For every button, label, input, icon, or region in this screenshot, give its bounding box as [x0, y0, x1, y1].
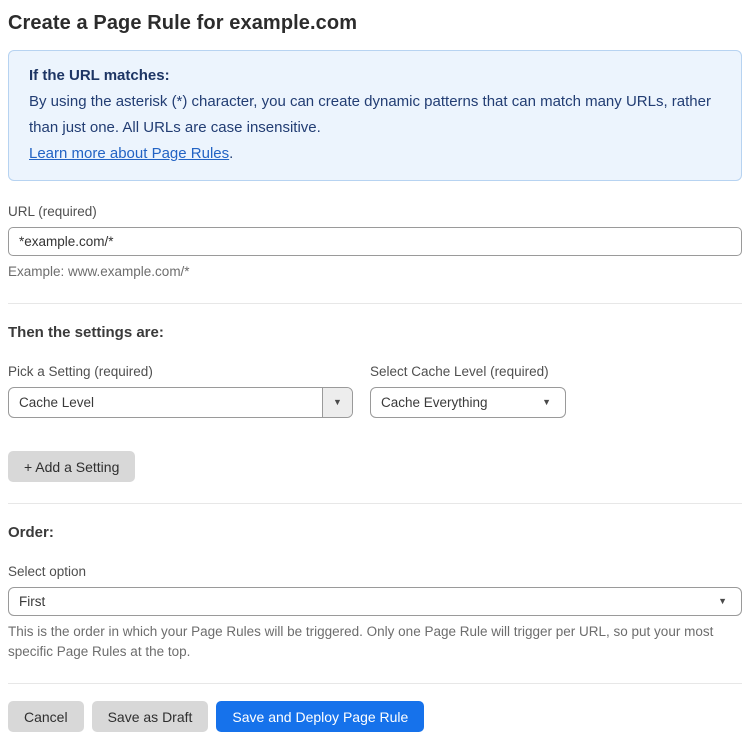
create-page-rule-form: Create a Page Rule for example.com If th…: [0, 0, 750, 732]
dropdown-arrow: ▼: [718, 597, 741, 606]
info-box-link-line: Learn more about Page Rules.: [29, 141, 721, 167]
dropdown-arrow: ▼: [542, 398, 565, 407]
cache-picker-value: Cache Everything: [381, 395, 488, 410]
info-box-body: By using the asterisk (*) character, you…: [29, 93, 711, 136]
url-field-label: URL (required): [8, 204, 97, 219]
add-setting-button[interactable]: + Add a Setting: [8, 451, 136, 482]
settings-section-heading: Then the settings are:: [8, 324, 164, 341]
learn-more-link[interactable]: Learn more about Page Rules: [29, 145, 229, 162]
cache-level-dropdown[interactable]: Cache Everything ▼: [370, 387, 566, 418]
form-actions: Cancel Save as Draft Save and Deploy Pag…: [8, 701, 742, 732]
save-and-deploy-button[interactable]: Save and Deploy Page Rule: [216, 701, 425, 732]
url-input[interactable]: [8, 227, 742, 256]
settings-pickers-row: Pick a Setting (required) Cache Level ▼ …: [8, 364, 742, 418]
order-dropdown[interactable]: First ▼: [8, 587, 742, 616]
page-title: Create a Page Rule for example.com: [8, 12, 358, 34]
divider: [8, 503, 742, 504]
url-match-info-box: If the URL matches: By using the asteris…: [8, 50, 742, 181]
cache-level-picker-group: Select Cache Level (required) Cache Ever…: [370, 364, 742, 418]
setting-picker-group: Pick a Setting (required) Cache Level ▼: [8, 364, 370, 418]
setting-picker-value: Cache Level: [19, 395, 95, 410]
cache-picker-label: Select Cache Level (required): [370, 364, 549, 379]
order-help-text: This is the order in which your Page Rul…: [8, 624, 714, 659]
order-value: First: [19, 594, 46, 609]
caret-down-icon: ▼: [542, 397, 551, 407]
save-as-draft-button[interactable]: Save as Draft: [91, 701, 209, 732]
setting-picker-dropdown[interactable]: Cache Level ▼: [8, 387, 353, 418]
url-example-text: Example: www.example.com/*: [8, 264, 190, 279]
caret-down-icon: ▼: [718, 596, 727, 606]
divider: [8, 683, 742, 684]
dropdown-arrow-button[interactable]: ▼: [322, 388, 352, 417]
order-section-heading: Order:: [8, 524, 54, 541]
info-box-heading: If the URL matches:: [29, 67, 170, 84]
divider: [8, 303, 742, 304]
caret-down-icon: ▼: [333, 397, 342, 407]
setting-picker-label: Pick a Setting (required): [8, 364, 153, 379]
order-select-label: Select option: [8, 564, 87, 579]
cancel-button[interactable]: Cancel: [8, 701, 84, 732]
link-period: .: [229, 145, 234, 162]
